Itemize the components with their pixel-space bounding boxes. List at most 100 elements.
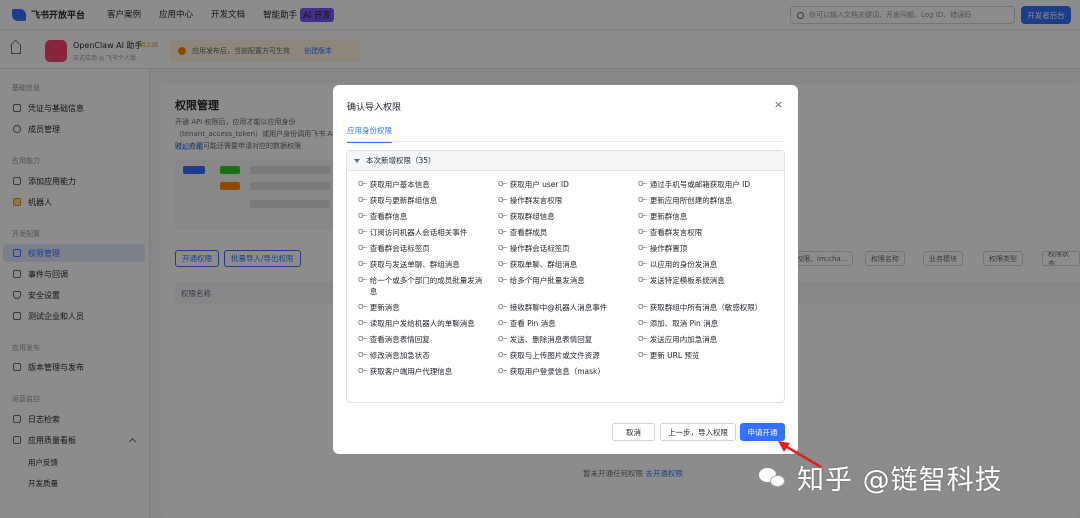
key-icon: O─ [498, 335, 507, 343]
permission-item: O─ 获取群组信息 [487, 209, 627, 225]
permission-label: 修改消息加急状态 [369, 351, 430, 360]
permission-label: 发送、删除消息表情回复 [509, 335, 593, 344]
permission-item: O─ 获取客户端用户代理信息 [347, 364, 487, 380]
key-icon: O─ [498, 228, 507, 236]
permission-label: 获取群组中所有消息（敏感权限） [649, 303, 763, 312]
permission-item: O─ 查看群发言权限 [627, 225, 784, 241]
watermark: 知乎 @链智科技 [759, 458, 1003, 497]
permission-label: 获取用户登录信息（mask） [509, 367, 605, 376]
key-icon: O─ [358, 351, 367, 359]
permission-list-panel: 本次新增权限（35） O─ 获取用户基本信息 O─ 获取用户 user ID O─ 通过手… [346, 150, 785, 403]
permission-item: O─ 添加、取消 Pin 消息 [627, 316, 784, 332]
permission-grid: O─ 获取用户基本信息 O─ 获取用户 user ID O─ 通过手机号或邮箱获取用户 I… [347, 177, 784, 380]
permission-label: 获取单聊、群组消息 [509, 260, 578, 269]
wechat-icon [759, 466, 787, 490]
permission-label: 查看群成员 [509, 228, 548, 237]
key-icon: O─ [638, 319, 647, 327]
permission-item: O─ 获取用户基本信息 [347, 177, 487, 193]
permission-section-header[interactable]: 本次新增权限（35） [347, 151, 784, 171]
permission-item: O─ 更新 URL 预览 [627, 348, 784, 364]
key-icon: O─ [638, 303, 647, 311]
permission-label: 获取客户端用户代理信息 [369, 367, 453, 376]
key-icon: O─ [358, 319, 367, 327]
key-icon: O─ [638, 244, 647, 252]
previous-step-button[interactable]: 上一步，导入权限 [660, 423, 736, 441]
key-icon: O─ [498, 212, 507, 220]
key-icon: O─ [358, 212, 367, 220]
key-icon: O─ [638, 212, 647, 220]
permission-label: 给一个或多个部门的成员批量发消息 [369, 276, 483, 296]
permission-label: 获取与上传图片或文件资源 [509, 351, 600, 360]
key-icon: O─ [358, 303, 367, 311]
permission-item: O─ 发送应用内加急消息 [627, 332, 784, 348]
key-icon: O─ [358, 367, 367, 375]
permission-label: 读取用户发给机器人的单聊消息 [369, 319, 475, 328]
permission-label: 操作群会话标签页 [509, 244, 570, 253]
cancel-button[interactable]: 取消 [612, 423, 655, 441]
key-icon: O─ [358, 276, 367, 284]
dialog-footer: 取消 上一步，导入权限 申请开通 [333, 423, 798, 441]
apply-button[interactable]: 申请开通 [740, 423, 785, 441]
permission-item: O─ 以应用的身份发消息 [627, 257, 784, 273]
permission-label: 更新群信息 [649, 212, 688, 221]
permission-item: O─ 操作群会话标签页 [487, 241, 627, 257]
permission-label: 更新消息 [369, 303, 400, 312]
permission-item: O─ 获取群组中所有消息（敏感权限） [627, 300, 784, 316]
key-icon: O─ [498, 244, 507, 252]
permission-label: 给多个用户批量发消息 [509, 276, 585, 285]
permission-label: 获取与发送单聊、群组消息 [369, 260, 460, 269]
permission-label: 更新应用所创建的群信息 [649, 196, 733, 205]
key-icon: O─ [498, 319, 507, 327]
permission-label: 查看消息表情回复 [369, 335, 430, 344]
permission-item: O─ 操作群置顶 [627, 241, 784, 257]
key-icon: O─ [638, 196, 647, 204]
permission-item: O─ 获取与更新群组信息 [347, 193, 487, 209]
permission-label: 添加、取消 Pin 消息 [649, 319, 719, 328]
permission-label: 查看 Pin 消息 [509, 319, 556, 328]
dialog-title: 确认导入权限 [347, 103, 402, 113]
permission-label: 查看群发言权限 [649, 228, 703, 237]
confirm-import-dialog: 确认导入权限 × 应用身份权限 本次新增权限（35） O─ 获取用户基本信息 O─ 获… [333, 85, 798, 454]
permission-label: 订阅访问机器人会话相关事件 [369, 228, 468, 237]
permission-item: O─ 修改消息加急状态 [347, 348, 487, 364]
key-icon: O─ [638, 351, 647, 359]
permission-item: O─ 查看 Pin 消息 [487, 316, 627, 332]
permission-label: 发送应用内加急消息 [649, 335, 718, 344]
key-icon: O─ [498, 351, 507, 359]
permission-item: O─ 接收群聊中@机器人消息事件 [487, 300, 627, 316]
permission-item: O─ 给多个用户批量发消息 [487, 273, 627, 300]
permission-item: O─ 更新群信息 [627, 209, 784, 225]
permission-item: O─ 更新应用所创建的群信息 [627, 193, 784, 209]
permission-item: O─ 查看群会话标签页 [347, 241, 487, 257]
permission-item: O─ 获取用户 user ID [487, 177, 627, 193]
permission-item: O─ 发送特定模板系统消息 [627, 273, 784, 300]
permission-label: 更新 URL 预览 [649, 351, 700, 360]
close-icon[interactable]: × [773, 99, 784, 110]
permission-label: 操作群发言权限 [509, 196, 563, 205]
permission-item: O─ 获取与发送单聊、群组消息 [347, 257, 487, 273]
permission-item: O─ 读取用户发给机器人的单聊消息 [347, 316, 487, 332]
permission-item: O─ 给一个或多个部门的成员批量发消息 [347, 273, 487, 300]
key-icon: O─ [498, 260, 507, 268]
key-icon: O─ [498, 303, 507, 311]
permission-label: 查看群会话标签页 [369, 244, 430, 253]
key-icon: O─ [358, 196, 367, 204]
key-icon: O─ [498, 196, 507, 204]
permission-label: 操作群置顶 [649, 244, 688, 253]
permission-item: O─ 操作群发言权限 [487, 193, 627, 209]
permission-label: 获取用户基本信息 [369, 180, 430, 189]
permission-label: 获取群组信息 [509, 212, 555, 221]
permission-item: O─ 发送、删除消息表情回复 [487, 332, 627, 348]
watermark-text: 知乎 @链智科技 [797, 465, 1003, 496]
section-title: 本次新增权限（35） [366, 156, 436, 165]
permission-label: 以应用的身份发消息 [649, 260, 718, 269]
tab-divider [347, 141, 784, 142]
permission-item: O─ 获取与上传图片或文件资源 [487, 348, 627, 364]
key-icon: O─ [358, 335, 367, 343]
key-icon: O─ [498, 367, 507, 375]
caret-down-icon [354, 158, 360, 163]
key-icon: O─ [358, 180, 367, 188]
permission-label: 通过手机号或邮箱获取用户 ID [649, 180, 751, 189]
permission-item: O─ 获取单聊、群组消息 [487, 257, 627, 273]
key-icon: O─ [358, 244, 367, 252]
